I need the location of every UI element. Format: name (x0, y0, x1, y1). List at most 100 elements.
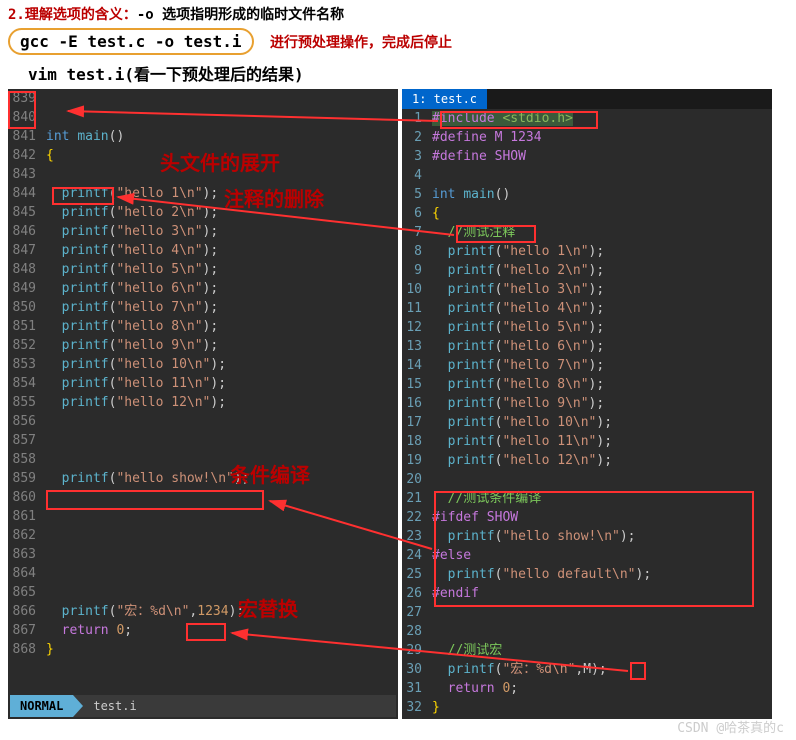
code-line[interactable]: 10 printf("hello 3\n"); (402, 280, 772, 299)
line-number: 25 (402, 565, 428, 584)
code-content: #define M 1234 (428, 128, 772, 147)
line-number: 857 (8, 431, 42, 450)
code-line[interactable]: 11 printf("hello 4\n"); (402, 299, 772, 318)
code-content: #include <stdio.h> (428, 109, 772, 128)
code-content: printf("hello 7\n"); (42, 298, 398, 317)
code-line[interactable]: 13 printf("hello 6\n"); (402, 337, 772, 356)
code-line[interactable]: 21 //测试条件编译 (402, 489, 772, 508)
line-number: 859 (8, 469, 42, 488)
code-line[interactable]: 849 printf("hello 6\n"); (8, 279, 398, 298)
code-line[interactable]: 22#ifdef SHOW (402, 508, 772, 527)
code-line[interactable]: 9 printf("hello 2\n"); (402, 261, 772, 280)
code-line[interactable]: 863 (8, 545, 398, 564)
code-line[interactable]: 847 printf("hello 4\n"); (8, 241, 398, 260)
code-content: #endif (428, 584, 772, 603)
code-line[interactable]: 839 (8, 89, 398, 108)
code-line[interactable]: 854 printf("hello 11\n"); (8, 374, 398, 393)
line-number: 15 (402, 375, 428, 394)
line-number: 26 (402, 584, 428, 603)
code-line[interactable]: 861 (8, 507, 398, 526)
code-line[interactable]: 840 (8, 108, 398, 127)
code-content (42, 507, 398, 526)
code-content (428, 622, 772, 641)
code-line[interactable]: 845 printf("hello 2\n"); (8, 203, 398, 222)
header-section: 2.理解选项的含义：-o 选项指明形成的临时文件名称 gcc -E test.c… (0, 0, 796, 89)
code-line[interactable]: 18 printf("hello 11\n"); (402, 432, 772, 451)
code-line[interactable]: 846 printf("hello 3\n"); (8, 222, 398, 241)
code-line[interactable]: 855 printf("hello 12\n"); (8, 393, 398, 412)
code-line[interactable]: 27 (402, 603, 772, 622)
code-line[interactable]: 28 (402, 622, 772, 641)
code-line[interactable]: 867 return 0; (8, 621, 398, 640)
code-line[interactable]: 857 (8, 431, 398, 450)
code-line[interactable]: 851 printf("hello 8\n"); (8, 317, 398, 336)
code-content: #define SHOW (428, 147, 772, 166)
line-number: 1 (402, 109, 428, 128)
line-number: 22 (402, 508, 428, 527)
code-line[interactable]: 16 printf("hello 9\n"); (402, 394, 772, 413)
code-line[interactable]: 6{ (402, 204, 772, 223)
code-line[interactable]: 31 return 0; (402, 679, 772, 698)
code-line[interactable]: 860 (8, 488, 398, 507)
code-line[interactable]: 858 (8, 450, 398, 469)
line-number: 21 (402, 489, 428, 508)
line-number: 867 (8, 621, 42, 640)
code-line[interactable]: 844 printf("hello 1\n"); (8, 184, 398, 203)
code-line[interactable]: 24#else (402, 546, 772, 565)
code-line[interactable]: 15 printf("hello 8\n"); (402, 375, 772, 394)
code-line[interactable]: 862 (8, 526, 398, 545)
code-line[interactable]: 4 (402, 166, 772, 185)
code-line[interactable]: 29 //测试宏 (402, 641, 772, 660)
line-number: 839 (8, 89, 42, 108)
code-line[interactable]: 26#endif (402, 584, 772, 603)
code-content: printf("hello show!\n"); (428, 527, 772, 546)
code-line[interactable]: 23 printf("hello show!\n"); (402, 527, 772, 546)
code-line[interactable]: 3#define SHOW (402, 147, 772, 166)
code-line[interactable]: 1#include <stdio.h> (402, 109, 772, 128)
code-line[interactable]: 2#define M 1234 (402, 128, 772, 147)
editor-left-test-i[interactable]: 839840841int main()842{843844 printf("he… (8, 89, 398, 719)
line-number: 852 (8, 336, 42, 355)
code-line[interactable]: 852 printf("hello 9\n"); (8, 336, 398, 355)
code-line[interactable]: 32} (402, 698, 772, 717)
code-line[interactable]: 30 printf("宏：%d\n",M); (402, 660, 772, 679)
line-number: 861 (8, 507, 42, 526)
code-line[interactable]: 866 printf("宏：%d\n",1234); (8, 602, 398, 621)
code-line[interactable]: 8 printf("hello 1\n"); (402, 242, 772, 261)
code-line[interactable]: 864 (8, 564, 398, 583)
code-line[interactable]: 868} (8, 640, 398, 659)
editor-right-test-c[interactable]: 1: test.c 1#include <stdio.h>2#define M … (402, 89, 772, 719)
code-line[interactable]: 843 (8, 165, 398, 184)
line-number: 843 (8, 165, 42, 184)
code-line[interactable]: 19 printf("hello 12\n"); (402, 451, 772, 470)
code-line[interactable]: 7 //测试注释 (402, 223, 772, 242)
code-content (42, 89, 398, 108)
code-line[interactable]: 850 printf("hello 7\n"); (8, 298, 398, 317)
code-content: printf("hello 4\n"); (428, 299, 772, 318)
code-line[interactable]: 856 (8, 412, 398, 431)
code-line[interactable]: 853 printf("hello 10\n"); (8, 355, 398, 374)
code-content: printf("hello 12\n"); (428, 451, 772, 470)
line-number: 854 (8, 374, 42, 393)
tab-test-c[interactable]: 1: test.c (402, 89, 487, 109)
code-line[interactable]: 20 (402, 470, 772, 489)
code-line[interactable]: 865 (8, 583, 398, 602)
code-line[interactable]: 14 printf("hello 7\n"); (402, 356, 772, 375)
line-number: 849 (8, 279, 42, 298)
code-content: printf("hello 4\n"); (42, 241, 398, 260)
code-line[interactable]: 842{ (8, 146, 398, 165)
line-number: 866 (8, 602, 42, 621)
code-line[interactable]: 848 printf("hello 5\n"); (8, 260, 398, 279)
status-arrow-icon (73, 695, 83, 717)
code-line[interactable]: 12 printf("hello 5\n"); (402, 318, 772, 337)
code-line[interactable]: 841int main() (8, 127, 398, 146)
code-content: printf("hello 9\n"); (428, 394, 772, 413)
line-number: 10 (402, 280, 428, 299)
code-content: printf("hello 5\n"); (42, 260, 398, 279)
code-line[interactable]: 17 printf("hello 10\n"); (402, 413, 772, 432)
code-line[interactable]: 859 printf("hello show!\n"); (8, 469, 398, 488)
code-line[interactable]: 25 printf("hello default\n"); (402, 565, 772, 584)
code-line[interactable]: 5int main() (402, 185, 772, 204)
line-number: 865 (8, 583, 42, 602)
code-content: { (428, 204, 772, 223)
